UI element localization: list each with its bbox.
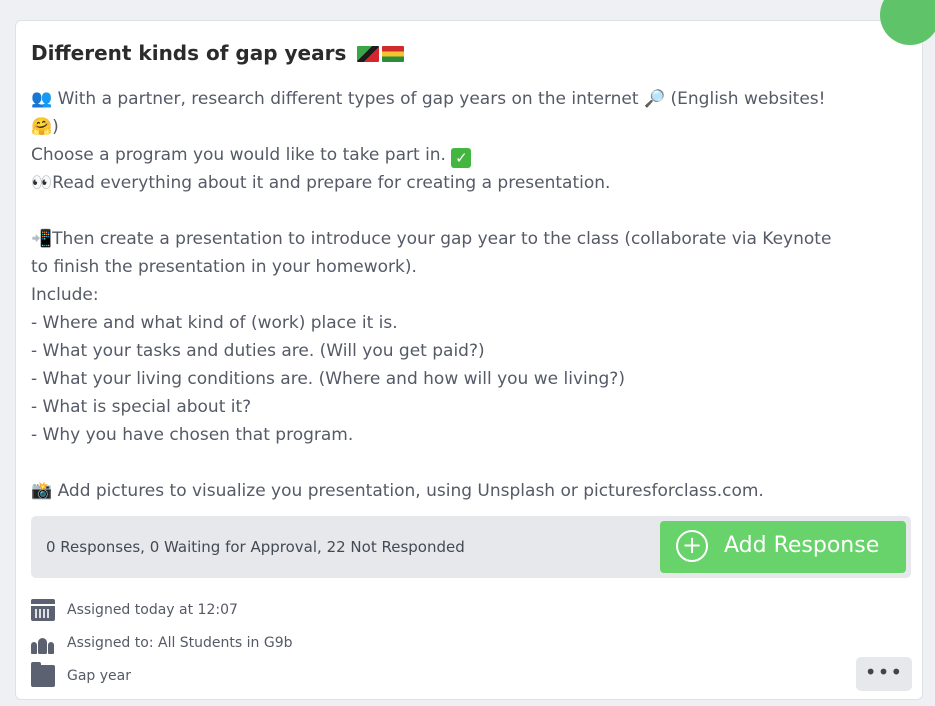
folder-text: Gap year [67, 668, 131, 684]
people-icon [31, 632, 55, 654]
description-line: 📸 Add pictures to visualize you presenta… [31, 481, 764, 501]
description-line: Include: [31, 285, 99, 305]
saint-kitts-flag-icon [357, 46, 380, 62]
ghana-flag-icon [382, 46, 405, 62]
description-line: 🤗) [31, 117, 59, 137]
description-line: 👥 With a partner, research different typ… [31, 89, 826, 109]
assigned-time-row: Assigned today at 12:07 [31, 598, 238, 622]
plus-circle-icon: + [676, 530, 708, 562]
description-line: - What your tasks and duties are. (Will … [31, 341, 485, 361]
assignment-description: 👥 With a partner, research different typ… [31, 85, 911, 505]
assigned-to-row: Assigned to: All Students in G9b [31, 631, 293, 655]
response-summary: 0 Responses, 0 Waiting for Approval, 22 … [46, 538, 465, 556]
check-mark-icon: ✓ [451, 148, 472, 168]
description-line: 📲Then create a presentation to introduce… [31, 229, 832, 249]
folder-row: Gap year [31, 662, 131, 688]
title-text: Different kinds of gap years [31, 41, 347, 65]
description-line: - What is special about it? [31, 397, 252, 417]
assignment-card: Different kinds of gap years 👥 With a pa… [15, 0, 935, 700]
add-response-label: Add Response [724, 533, 880, 558]
calendar-icon [31, 599, 55, 621]
response-status-bar: 0 Responses, 0 Waiting for Approval, 22 … [31, 516, 911, 578]
more-options-button[interactable]: ••• [856, 657, 912, 691]
add-response-button[interactable]: + Add Response [660, 521, 906, 573]
assigned-time-text: Assigned today at 12:07 [67, 602, 238, 618]
description-line: 👀Read everything about it and prepare fo… [31, 173, 611, 193]
description-line: - What your living conditions are. (Wher… [31, 369, 625, 389]
description-line: - Why you have chosen that program. [31, 425, 354, 445]
assignment-title: Different kinds of gap years [31, 41, 405, 65]
description-line: - Where and what kind of (work) place it… [31, 313, 398, 333]
assigned-to-text: Assigned to: All Students in G9b [67, 635, 293, 651]
corner-badge [880, 0, 935, 45]
description-line-text: Choose a program you would like to take … [31, 145, 446, 165]
description-line: to finish the presentation in your homew… [31, 257, 417, 277]
folder-icon [31, 662, 55, 687]
description-line: Choose a program you would like to take … [31, 141, 911, 169]
